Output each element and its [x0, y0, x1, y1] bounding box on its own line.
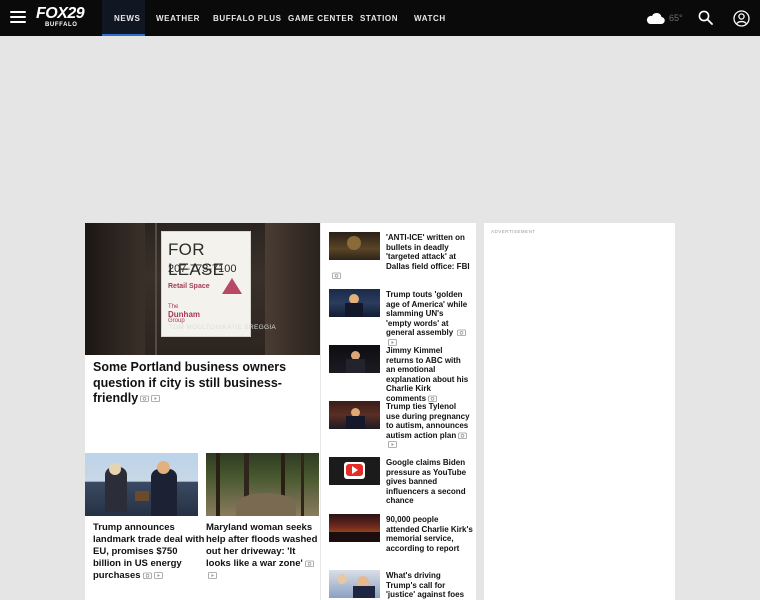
camera-icon	[457, 329, 467, 337]
side-thumb-youtube[interactable]	[329, 457, 380, 485]
video-icon	[151, 395, 161, 403]
sign-retail-text: Retail Space	[168, 283, 210, 290]
side-headline-un: Trump touts 'golden age of America' whil…	[386, 290, 468, 337]
nav-news[interactable]: NEWS	[114, 0, 140, 36]
video-icon	[153, 572, 163, 579]
advertisement-box[interactable]	[484, 223, 675, 600]
column-divider	[320, 223, 321, 600]
account-icon[interactable]	[733, 10, 750, 27]
sign-company-line2: Dunham	[168, 310, 200, 319]
advertisement-label: ADVERTISEMENT	[491, 229, 536, 234]
side-thumb-memorial[interactable]	[329, 514, 380, 542]
cloud-icon	[646, 12, 665, 24]
video-icon	[388, 441, 397, 449]
camera-icon	[140, 395, 150, 403]
nav-station[interactable]: STATION	[360, 0, 398, 36]
weather-temp: 65°	[669, 13, 683, 23]
side-headline-un-wrap[interactable]: Trump touts 'golden age of America' whil…	[386, 290, 471, 347]
logo-subtext: BUFFALO	[45, 22, 78, 28]
weather-widget[interactable]: 65°	[645, 10, 683, 26]
search-icon[interactable]	[698, 10, 713, 25]
camera-icon	[332, 272, 341, 279]
hero-image[interactable]: FOR LEASE 207-773-7100 Retail Space The …	[85, 223, 320, 355]
story-headline-trade-deal[interactable]: Trump announces landmark trade deal with…	[93, 522, 207, 582]
side-headline-tylenol[interactable]: Trump ties Tylenol use during pregnancy …	[386, 402, 471, 450]
photo-credit: TOM MOULTON/KATIE BREGGIA	[169, 324, 277, 331]
side-headline-memorial[interactable]: 90,000 people attended Charlie Kirk's me…	[386, 515, 474, 553]
camera-icon	[304, 560, 314, 567]
station-logo[interactable]: FOX29 BUFFALO	[36, 6, 88, 30]
nav-watch[interactable]: WATCH	[414, 0, 446, 36]
side-headline-dallas[interactable]: 'ANTI-ICE' written on bullets in deadly …	[386, 233, 474, 271]
sign-logo-triangle	[222, 278, 242, 294]
camera-icon	[458, 432, 468, 439]
side-thumb-un[interactable]	[329, 289, 380, 317]
menu-icon[interactable]	[10, 11, 26, 25]
nav-weather[interactable]: WEATHER	[156, 0, 200, 36]
side-thumb-kimmel[interactable]	[329, 345, 380, 373]
logo-text: FOX29	[36, 5, 85, 22]
hero-headline-text: Some Portland business owners question i…	[93, 360, 287, 405]
story-image-floods[interactable]	[206, 453, 319, 516]
video-icon	[388, 338, 397, 346]
side-thumb-tylenol[interactable]	[329, 401, 380, 429]
nav-buffalo-plus[interactable]: BUFFALO PLUS	[213, 0, 282, 36]
camera-icon	[142, 572, 152, 579]
story-headline-floods[interactable]: Maryland woman seeks help after floods w…	[206, 522, 320, 582]
story-image-trade-deal[interactable]	[85, 453, 198, 516]
side-thumb-justice[interactable]	[329, 570, 380, 598]
side-headline-youtube[interactable]: Google claims Biden pressure as YouTube …	[386, 458, 471, 506]
sign-company-text: The Dunham Group	[168, 304, 200, 325]
side-headline-justice[interactable]: What's driving Trump's call for 'justice…	[386, 571, 471, 600]
hero-headline[interactable]: Some Portland business owners question i…	[93, 360, 315, 407]
sign-phone-text: 207-773-7100	[168, 263, 237, 275]
nav-game-center[interactable]: GAME CENTER	[288, 0, 354, 36]
story-headline-floods-text: Maryland woman seeks help after floods w…	[206, 522, 318, 569]
side-thumb-dallas[interactable]	[329, 232, 380, 260]
camera-icon	[428, 395, 437, 402]
video-icon	[208, 572, 217, 579]
side-headline-kimmel[interactable]: Jimmy Kimmel returns to ABC with an emot…	[386, 346, 471, 403]
for-lease-sign: FOR LEASE 207-773-7100 Retail Space The …	[161, 231, 251, 337]
